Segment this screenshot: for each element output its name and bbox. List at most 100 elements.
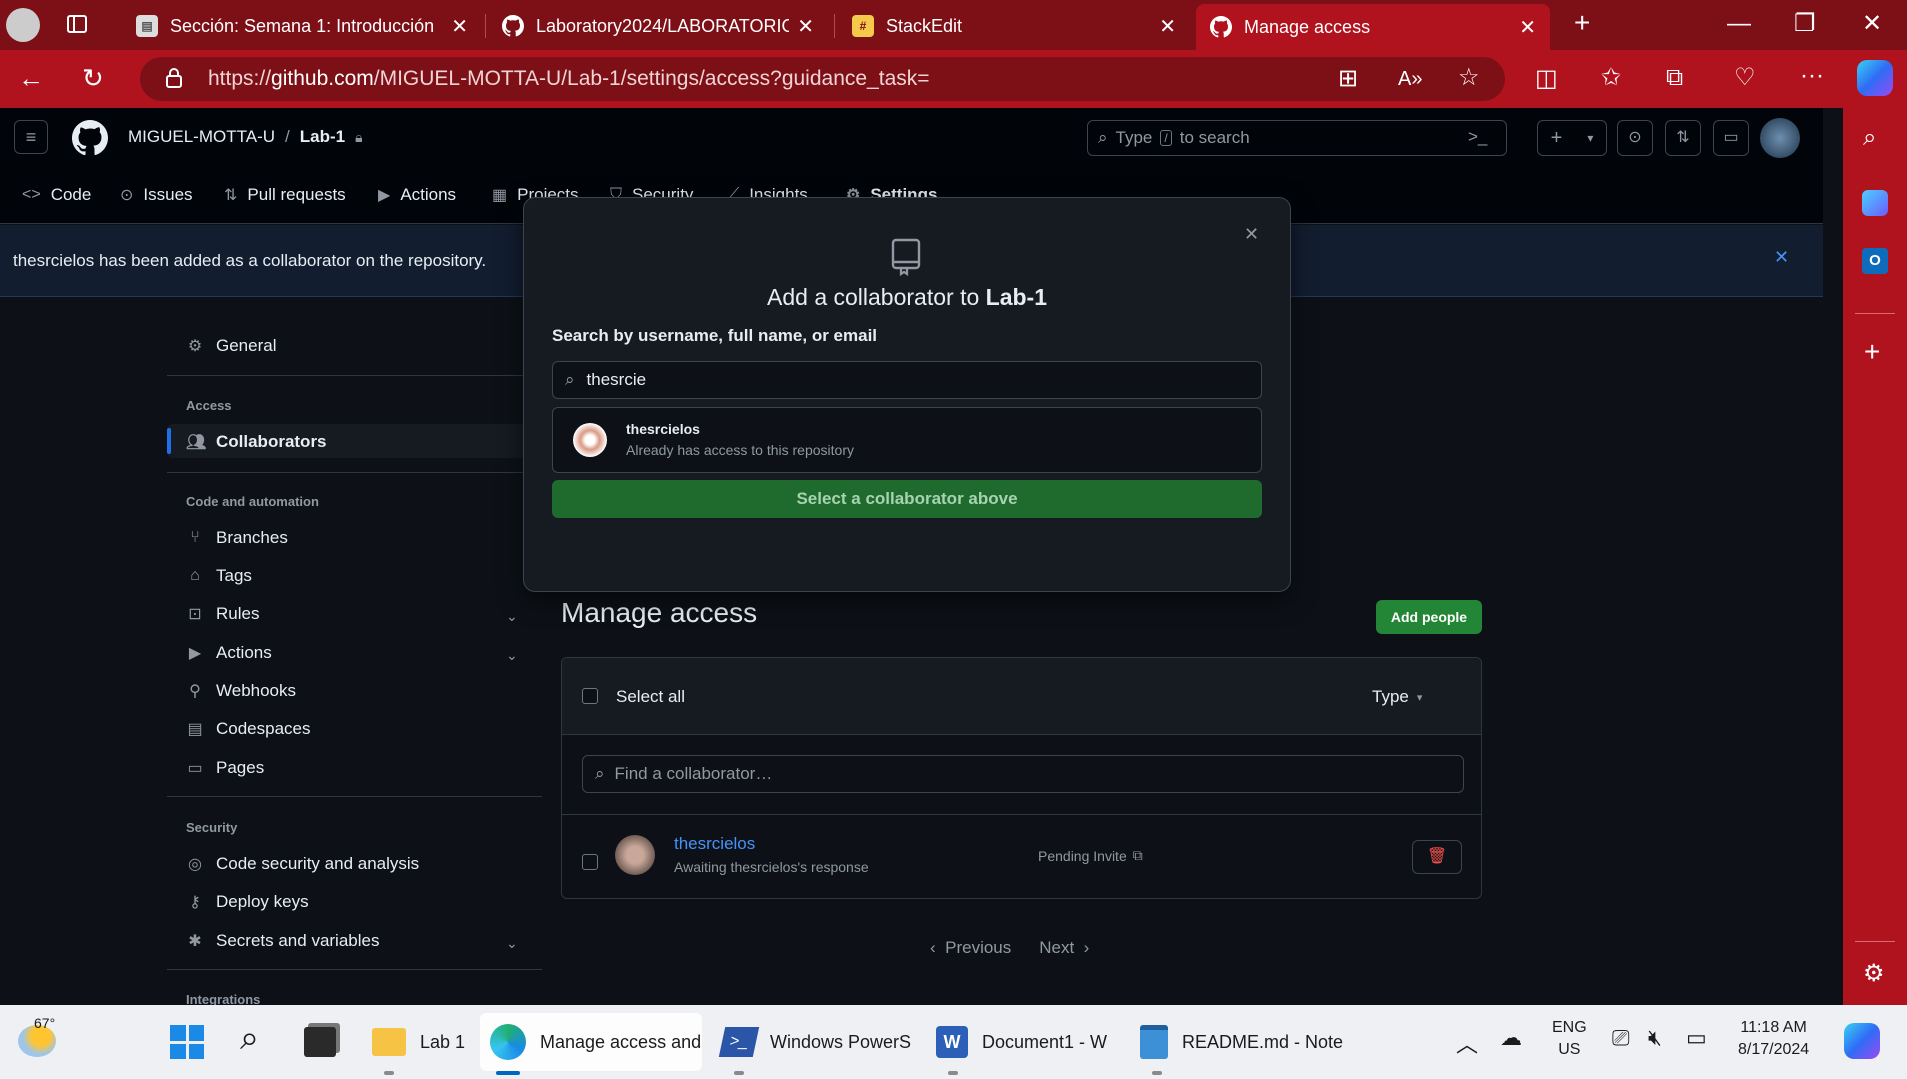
sidebar-item-code-security[interactable]: ◎ Code security and analysis [186,854,419,874]
sidebar-item-webhooks[interactable]: ⚲ Webhooks [186,681,296,701]
previous-button[interactable]: ‹ Previous [930,938,1011,958]
tab-issues[interactable]: ⊙ Issues [120,185,193,205]
collaborator-name-link[interactable]: thesrcielos [674,834,755,854]
favorites-icon[interactable]: ✩ [1601,66,1621,90]
dismiss-flash-icon[interactable]: ✕ [1774,247,1789,268]
close-tab-icon[interactable]: ✕ [797,14,814,39]
copilot-icon[interactable] [1857,60,1893,96]
outlook-icon[interactable]: O [1862,248,1888,274]
browser-essentials-icon[interactable]: ♡ [1734,66,1756,90]
sidebar-item-tags[interactable]: ⌂ Tags [186,566,252,586]
collections-icon[interactable]: ⧉ [1666,66,1683,90]
language-indicator[interactable]: ENG US [1552,1017,1587,1061]
next-button[interactable]: Next › [1039,938,1089,958]
restore-icon[interactable]: ❐ [1794,12,1816,36]
close-tab-icon[interactable]: ✕ [1519,15,1536,40]
minimize-icon[interactable]: — [1727,12,1751,36]
document-favicon-icon: ▤ [136,15,158,37]
copilot-taskbar-icon[interactable] [1844,1023,1880,1059]
sidebar-item-secrets[interactable]: ✱ Secrets and variables [186,931,379,951]
taskbar-app-notepad[interactable]: README.md - Note [1130,1013,1350,1071]
close-dialog-icon[interactable]: ✕ [1244,224,1259,245]
github-logo-icon[interactable] [72,120,108,161]
sidebar-item-deploy-keys[interactable]: ⚷ Deploy keys [186,892,308,912]
tab-seccion[interactable]: ▤ Sección: Semana 1: Introducción ✕ [122,6,482,46]
tab-pull-requests[interactable]: ⇅ Pull requests [224,185,346,205]
tab-laboratory[interactable]: Laboratory2024/LABORATORIOS_ ✕ [488,6,828,46]
tab-actions[interactable]: ▶ Actions [378,185,456,205]
url-bar[interactable]: https://github.com/MIGUEL-MOTTA-U/Lab-1/… [140,57,1505,101]
add-sidebar-icon[interactable]: + [1864,338,1880,366]
profile-avatar[interactable] [6,8,40,42]
user-avatar[interactable] [1760,118,1800,158]
search-sidebar-icon[interactable]: ⌕ [1863,126,1876,150]
select-all-checkbox[interactable] [582,688,598,704]
collaborator-status: Awaiting thesrcielos's response [674,859,869,875]
clock[interactable]: 11:18 AM 8/17/2024 [1738,1017,1809,1061]
read-aloud-icon[interactable]: A» [1398,67,1422,91]
create-new-button[interactable]: + ▾ [1537,120,1607,156]
taskbar-app-edge[interactable]: Manage access and [480,1013,702,1071]
more-menu-icon[interactable]: ··· [1800,64,1824,88]
add-people-button[interactable]: Add people [1376,600,1482,634]
close-tab-icon[interactable]: ✕ [1159,14,1176,39]
repo-link[interactable]: Lab-1 [300,127,345,147]
network-icon[interactable]: ⎚ [1612,1025,1630,1051]
task-view-icon[interactable] [304,1027,336,1057]
new-tab-icon[interactable]: + [1574,9,1590,37]
hamburger-menu-icon[interactable]: ≡ [14,120,48,154]
browser-tab-bar: ▤ Sección: Semana 1: Introducción ✕ Labo… [0,0,1907,50]
chevron-down-icon[interactable]: ⌄ [506,647,518,664]
taskbar-app-powershell[interactable]: >_ Windows PowerS [712,1013,912,1071]
owner-link[interactable]: MIGUEL-MOTTA-U [128,127,275,147]
inbox-icon[interactable]: ▭ [1713,120,1749,156]
copy-icon[interactable]: ⧉ [1133,847,1143,864]
onedrive-icon[interactable]: ☁ [1500,1025,1522,1051]
sidebar-item-general[interactable]: ⚙ General [186,336,277,356]
search-result-item[interactable]: thesrcielos Already has access to this r… [552,407,1262,473]
sidebar-item-actions[interactable]: ▶ Actions [186,643,272,663]
sidebar-item-collaborators[interactable]: 👥︎ Collaborators [186,432,327,452]
trash-icon[interactable]: 🗑︎ [1412,840,1462,874]
code-icon: <> [22,186,41,203]
collaborator-search-input[interactable]: ⌕ thesrcie [552,361,1262,399]
type-filter-button[interactable]: Type ▾ [1372,687,1422,707]
sidebar-item-pages[interactable]: ▭ Pages [186,758,264,778]
plus-icon: + [1550,126,1563,149]
copilot-sidebar-icon[interactable] [1862,190,1888,216]
favorite-star-icon[interactable]: ☆ [1458,66,1480,90]
command-palette-icon[interactable]: >_ [1468,127,1487,147]
sidebar-item-codespaces[interactable]: ▤ Codespaces [186,719,310,739]
taskbar-app-word[interactable]: W Document1 - W [926,1013,1116,1071]
github-search-input[interactable]: ⌕ Type / to search >_ [1087,120,1507,156]
windows-start-icon[interactable] [170,1025,204,1059]
sidebar-item-rules[interactable]: ⊡ Rules [186,604,259,624]
close-tab-icon[interactable]: ✕ [451,14,468,39]
issues-icon[interactable]: ⊙ [1617,120,1653,156]
search-icon[interactable]: ⌕ [240,1019,259,1058]
refresh-icon[interactable]: ↻ [82,65,104,91]
tab-actions-icon[interactable] [66,13,88,40]
tab-stackedit[interactable]: # StackEdit ✕ [838,6,1190,46]
pull-requests-icon[interactable]: ⇅ [1665,120,1701,156]
apps-icon[interactable]: ⊞ [1338,67,1358,91]
split-screen-icon[interactable]: ◫ [1535,67,1558,91]
row-checkbox[interactable] [582,854,598,870]
sidebar-item-branches[interactable]: ⑂ Branches [186,528,288,548]
tab-code[interactable]: <> Code [22,185,91,205]
chevron-down-icon[interactable]: ⌄ [506,935,518,952]
volume-muted-icon[interactable]: 🔇︎ [1648,1025,1662,1051]
browser-icon: ▭ [187,760,203,777]
select-collaborator-button[interactable]: Select a collaborator above [552,480,1262,518]
settings-gear-icon[interactable]: ⚙ [1863,962,1885,986]
battery-icon[interactable]: ▭ [1686,1025,1707,1051]
back-icon[interactable]: ← [18,65,44,91]
chevron-up-icon[interactable]: ︿ [1456,1027,1478,1059]
chevron-down-icon[interactable]: ⌄ [506,608,518,625]
sidebar-heading-access: Access [186,398,232,413]
tab-manage-access[interactable]: Manage access ✕ [1196,4,1550,50]
find-collaborator-input[interactable]: ⌕ Find a collaborator… [582,755,1464,793]
taskbar-app-explorer[interactable]: Lab 1 [362,1013,474,1071]
window-close-icon[interactable]: ✕ [1862,12,1882,36]
collaborators-box: Select all Type ▾ ⌕ Find a collaborator… … [561,657,1482,899]
